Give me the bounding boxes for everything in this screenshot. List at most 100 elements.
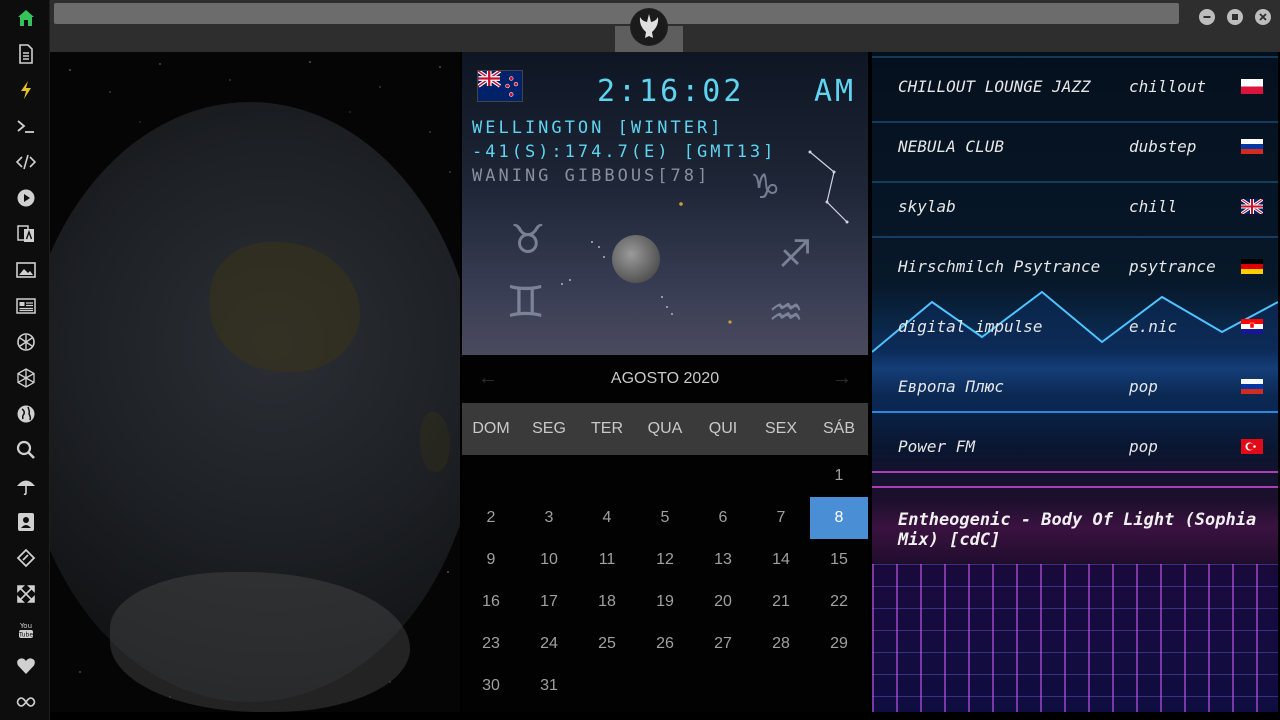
calendar-day[interactable]: 14 bbox=[752, 539, 810, 581]
calendar-day[interactable]: 31 bbox=[520, 665, 578, 707]
calendar-day bbox=[810, 665, 868, 707]
sidebar-item-document[interactable] bbox=[12, 40, 40, 68]
calendar-day[interactable]: 12 bbox=[636, 539, 694, 581]
calendar-day[interactable]: 8 bbox=[810, 497, 868, 539]
calendar-day[interactable]: 28 bbox=[752, 623, 810, 665]
now-playing-title: Entheogenic - Body Of Light (Sophia Mix)… bbox=[898, 510, 1257, 550]
radio-panel: CHILLOUT LOUNGE JAZZ chillout NEBULA CLU… bbox=[872, 52, 1278, 712]
svg-text:Tube: Tube bbox=[18, 632, 33, 639]
month-title: AGOSTO 2020 bbox=[610, 370, 720, 387]
sidebar-item-image[interactable] bbox=[12, 256, 40, 284]
url-input[interactable] bbox=[54, 3, 1179, 24]
station-item[interactable]: NEBULA CLUB dubstep bbox=[880, 120, 1278, 172]
antarctica-landmass bbox=[110, 572, 410, 712]
calendar-day[interactable]: 9 bbox=[462, 539, 520, 581]
station-genre: dubstep bbox=[1129, 136, 1197, 156]
croatia-flag-icon bbox=[1241, 318, 1263, 334]
sidebar-item-lightning[interactable] bbox=[12, 76, 40, 104]
station-genre: pop bbox=[1129, 436, 1158, 456]
calendar-day[interactable]: 21 bbox=[752, 581, 810, 623]
next-month-button[interactable]: → bbox=[832, 367, 852, 390]
calendar-day[interactable]: 22 bbox=[810, 581, 868, 623]
calendar-day[interactable]: 20 bbox=[694, 581, 752, 623]
sidebar-item-rebel[interactable] bbox=[12, 328, 40, 356]
station-item[interactable]: Power FM pop bbox=[880, 420, 1278, 472]
lightning-icon bbox=[21, 81, 31, 99]
sidebar-item-play[interactable] bbox=[12, 184, 40, 212]
uk-flag-icon bbox=[1241, 198, 1263, 214]
weekday-label: DOM bbox=[472, 420, 510, 437]
image-icon bbox=[16, 262, 36, 278]
calendar-day[interactable]: 2 bbox=[462, 497, 520, 539]
sidebar-item-code[interactable] bbox=[12, 148, 40, 176]
calendar-day[interactable]: 29 bbox=[810, 623, 868, 665]
station-item[interactable]: digital impulse e.nic bbox=[880, 300, 1278, 352]
calendar-day bbox=[578, 665, 636, 707]
translate-icon bbox=[17, 225, 34, 242]
sidebar-item-globe[interactable] bbox=[12, 400, 40, 428]
station-item[interactable]: CHILLOUT LOUNGE JAZZ chillout bbox=[880, 60, 1278, 112]
close-button[interactable] bbox=[1255, 9, 1271, 25]
rebel-logo-icon bbox=[631, 9, 667, 45]
sidebar-item-terminal[interactable] bbox=[12, 112, 40, 140]
calendar-day[interactable]: 18 bbox=[578, 581, 636, 623]
prev-month-button[interactable]: ← bbox=[478, 367, 498, 390]
calendar-day[interactable]: 10 bbox=[520, 539, 578, 581]
document-icon bbox=[19, 44, 33, 64]
calendar-day bbox=[752, 455, 810, 497]
calendar-day[interactable]: 19 bbox=[636, 581, 694, 623]
australia-landmass bbox=[210, 242, 360, 372]
weekday-label: TER bbox=[591, 420, 623, 437]
calendar-day[interactable]: 3 bbox=[520, 497, 578, 539]
maximize-button[interactable] bbox=[1227, 9, 1243, 25]
calendar-day[interactable]: 6 bbox=[694, 497, 752, 539]
sidebar-item-home[interactable] bbox=[12, 4, 40, 32]
calendar-day[interactable]: 13 bbox=[694, 539, 752, 581]
station-genre: e.nic bbox=[1129, 316, 1178, 336]
sidebar-item-expand[interactable] bbox=[12, 580, 40, 608]
station-item[interactable]: Hirschmilch Psytrance psytrance bbox=[880, 240, 1278, 292]
station-item[interactable]: skylab chill bbox=[880, 180, 1278, 232]
expand-icon bbox=[17, 585, 35, 603]
sidebar-item-polygon[interactable] bbox=[12, 364, 40, 392]
rebel-icon bbox=[17, 333, 35, 351]
calendar-day[interactable]: 4 bbox=[578, 497, 636, 539]
calendar-day[interactable]: 7 bbox=[752, 497, 810, 539]
globe-panel[interactable] bbox=[50, 52, 460, 712]
sidebar-item-contact[interactable] bbox=[12, 508, 40, 536]
sidebar-item-heart[interactable] bbox=[12, 652, 40, 680]
calendar-header: ← AGOSTO 2020 → bbox=[462, 355, 868, 403]
weekday-label: QUA bbox=[647, 420, 683, 437]
calendar-day[interactable]: 16 bbox=[462, 581, 520, 623]
calendar-day[interactable]: 26 bbox=[636, 623, 694, 665]
russia-flag-icon bbox=[1241, 138, 1263, 154]
calendar-week-row: 1 bbox=[462, 455, 868, 497]
app-root: You Tube 2:16:02 AM WELLINGTON [WINTER] … bbox=[0, 0, 1280, 720]
sidebar-item-youtube[interactable]: You Tube bbox=[12, 616, 40, 644]
visualizer bbox=[872, 564, 1278, 712]
calendar-day[interactable]: 23 bbox=[462, 623, 520, 665]
station-genre: chillout bbox=[1129, 76, 1207, 96]
sidebar-item-diamond[interactable] bbox=[12, 544, 40, 572]
calendar-day[interactable]: 17 bbox=[520, 581, 578, 623]
calendar-day[interactable]: 25 bbox=[578, 623, 636, 665]
sidebar-item-news[interactable] bbox=[12, 292, 40, 320]
sidebar-item-umbrella[interactable] bbox=[12, 472, 40, 500]
calendar-day[interactable]: 11 bbox=[578, 539, 636, 581]
station-item[interactable]: Европа Плюс pop bbox=[880, 360, 1278, 412]
calendar-day[interactable]: 27 bbox=[694, 623, 752, 665]
sidebar-item-infinity[interactable] bbox=[12, 688, 40, 716]
calendar-day[interactable]: 5 bbox=[636, 497, 694, 539]
minimize-icon bbox=[1203, 16, 1211, 18]
sidebar-item-search[interactable] bbox=[12, 436, 40, 464]
station-genre: pop bbox=[1129, 376, 1158, 396]
sidebar-item-translate[interactable] bbox=[12, 220, 40, 248]
calendar-day[interactable]: 30 bbox=[462, 665, 520, 707]
contact-icon bbox=[18, 513, 34, 531]
diamond-code-icon bbox=[16, 548, 36, 568]
calendar-day[interactable]: 24 bbox=[520, 623, 578, 665]
calendar-day[interactable]: 15 bbox=[810, 539, 868, 581]
calendar-day[interactable]: 1 bbox=[810, 455, 868, 497]
minimize-button[interactable] bbox=[1199, 9, 1215, 25]
globe-icon bbox=[17, 405, 35, 423]
